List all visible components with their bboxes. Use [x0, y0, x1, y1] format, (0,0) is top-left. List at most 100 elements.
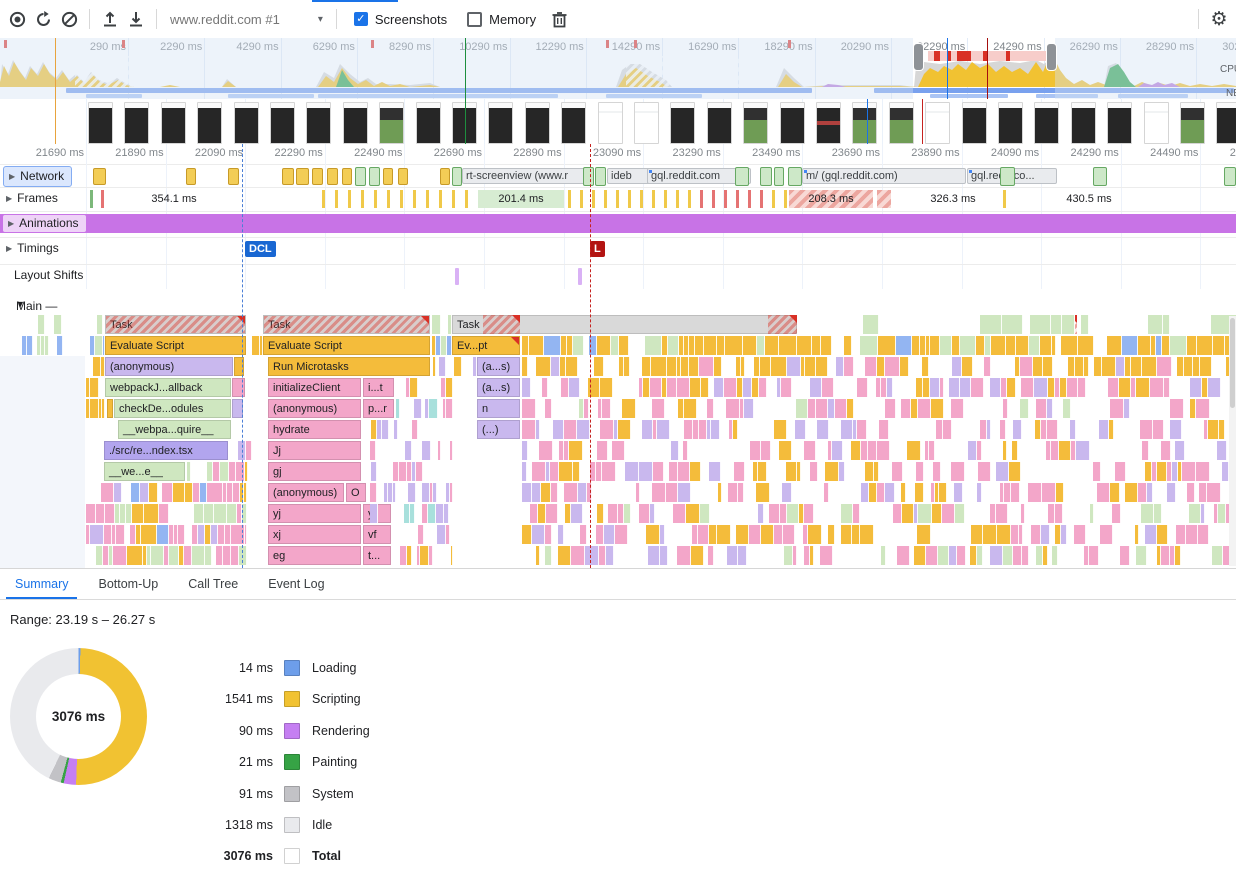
flame-bar[interactable] [684, 420, 693, 439]
flame-bar[interactable] [1142, 357, 1157, 376]
frame-tick[interactable] [736, 190, 739, 208]
tab-call-tree[interactable]: Call Tree [173, 569, 253, 599]
flame-bar[interactable] [1093, 462, 1101, 481]
flame-bar[interactable] [450, 441, 453, 460]
network-request-image[interactable] [369, 167, 380, 186]
flame-bar[interactable] [752, 378, 759, 397]
flame-bar[interactable] [192, 546, 205, 565]
flame-bar[interactable] [825, 462, 839, 481]
flame-bar[interactable] [236, 462, 245, 481]
flame-bar[interactable] [438, 441, 441, 460]
flame-bar[interactable] [433, 483, 437, 502]
screenshot-thumbnail[interactable] [707, 102, 732, 144]
flame-bar[interactable] [597, 504, 604, 523]
flame-bar[interactable] [611, 336, 619, 355]
flame-bar[interactable] [151, 546, 164, 565]
flame-bar[interactable] [184, 546, 192, 565]
flame-bar[interactable] [955, 504, 965, 523]
flame-bar[interactable] [1094, 357, 1102, 376]
network-track-label[interactable]: ▶Network [3, 166, 72, 187]
flame-bar[interactable] [1040, 336, 1052, 355]
frame-tick[interactable] [616, 190, 619, 208]
flame-bar[interactable] [1028, 483, 1042, 502]
screenshot-thumbnail[interactable] [379, 102, 404, 144]
flame-bar[interactable] [573, 462, 580, 481]
flame-bar[interactable] [90, 525, 104, 544]
flame-bar[interactable] [532, 525, 545, 544]
flame-bar[interactable]: __webpa...quire__ [118, 420, 231, 439]
flame-bar[interactable] [976, 336, 985, 355]
flame-bar[interactable] [1175, 441, 1185, 460]
flame-bar[interactable] [246, 315, 254, 334]
flame-bar[interactable] [394, 420, 398, 439]
frames-track-label[interactable]: ▶Frames [6, 191, 58, 205]
flame-bar[interactable] [1023, 315, 1030, 334]
flame-bar[interactable] [38, 315, 45, 334]
flame-bar[interactable] [1187, 483, 1195, 502]
flame-bar[interactable] [865, 462, 874, 481]
flame-bar[interactable] [599, 546, 606, 565]
frame-tick[interactable] [640, 190, 643, 208]
flame-bar[interactable] [657, 420, 670, 439]
flame-bar[interactable] [1029, 336, 1040, 355]
flame-bar[interactable] [1110, 483, 1120, 502]
flame-bar[interactable] [454, 357, 462, 376]
flame-bar[interactable] [738, 483, 744, 502]
flame-bar[interactable] [587, 483, 592, 502]
flame-bar[interactable] [569, 441, 583, 460]
flame-bar[interactable] [246, 441, 252, 460]
flame-bar[interactable] [451, 546, 453, 565]
flame-bar[interactable] [660, 525, 665, 544]
network-request-image[interactable] [1000, 167, 1015, 186]
flame-bar[interactable] [652, 483, 666, 502]
flame-bar[interactable] [1078, 378, 1086, 397]
flame-bar[interactable] [432, 315, 441, 334]
network-request-image[interactable] [583, 167, 594, 186]
flame-bar[interactable] [1100, 525, 1113, 544]
flame-bar[interactable] [669, 462, 678, 481]
flame-bar[interactable] [1125, 483, 1138, 502]
flame-bar[interactable]: gj [268, 462, 361, 481]
save-profile-button[interactable] [123, 6, 149, 32]
flame-bar[interactable] [569, 378, 580, 397]
flame-bar[interactable] [1182, 462, 1196, 481]
flame-bar[interactable]: hydrate [268, 420, 361, 439]
flame-bar[interactable] [1021, 504, 1025, 523]
screenshot-thumbnail[interactable] [962, 102, 987, 144]
flame-bar[interactable] [971, 378, 984, 397]
screenshot-thumbnail[interactable] [925, 102, 950, 144]
flame-bar[interactable]: Task [263, 315, 430, 334]
flame-bar[interactable] [522, 420, 536, 439]
flame-bar[interactable] [615, 525, 628, 544]
flame-bar[interactable] [194, 504, 204, 523]
flame-bar[interactable] [1161, 546, 1170, 565]
flame-bar[interactable] [779, 336, 797, 355]
flame-bar[interactable]: O [346, 483, 366, 502]
frame-duration-dropped[interactable] [877, 190, 891, 208]
flame-bar[interactable] [159, 504, 169, 523]
flame-bar[interactable] [851, 441, 861, 460]
flame-bar[interactable] [879, 420, 889, 439]
flame-bar[interactable] [952, 336, 960, 355]
screenshot-thumbnail[interactable] [1144, 102, 1169, 144]
network-request[interactable] [342, 168, 352, 185]
flame-bar[interactable] [566, 357, 578, 376]
flame-bar[interactable] [1019, 525, 1023, 544]
flame-bar[interactable] [612, 441, 625, 460]
flame-bar[interactable] [600, 420, 614, 439]
frame-tick[interactable] [90, 190, 93, 208]
flame-bar[interactable] [1129, 315, 1137, 334]
network-request[interactable] [296, 168, 309, 185]
frame-duration-plain[interactable]: 430.5 ms [1047, 190, 1131, 208]
flame-bar[interactable] [536, 357, 551, 376]
flame-bar[interactable] [473, 357, 477, 376]
flame-bar[interactable] [418, 525, 424, 544]
frame-tick[interactable] [592, 190, 595, 208]
tab-bottom-up[interactable]: Bottom-Up [83, 569, 173, 599]
flame-bar[interactable] [965, 315, 980, 334]
selection-handle-right[interactable] [1046, 43, 1057, 71]
tab-summary[interactable]: Summary [0, 569, 83, 599]
flame-bar[interactable] [699, 357, 714, 376]
flame-bar[interactable] [1052, 336, 1056, 355]
flame-bar[interactable] [216, 546, 223, 565]
